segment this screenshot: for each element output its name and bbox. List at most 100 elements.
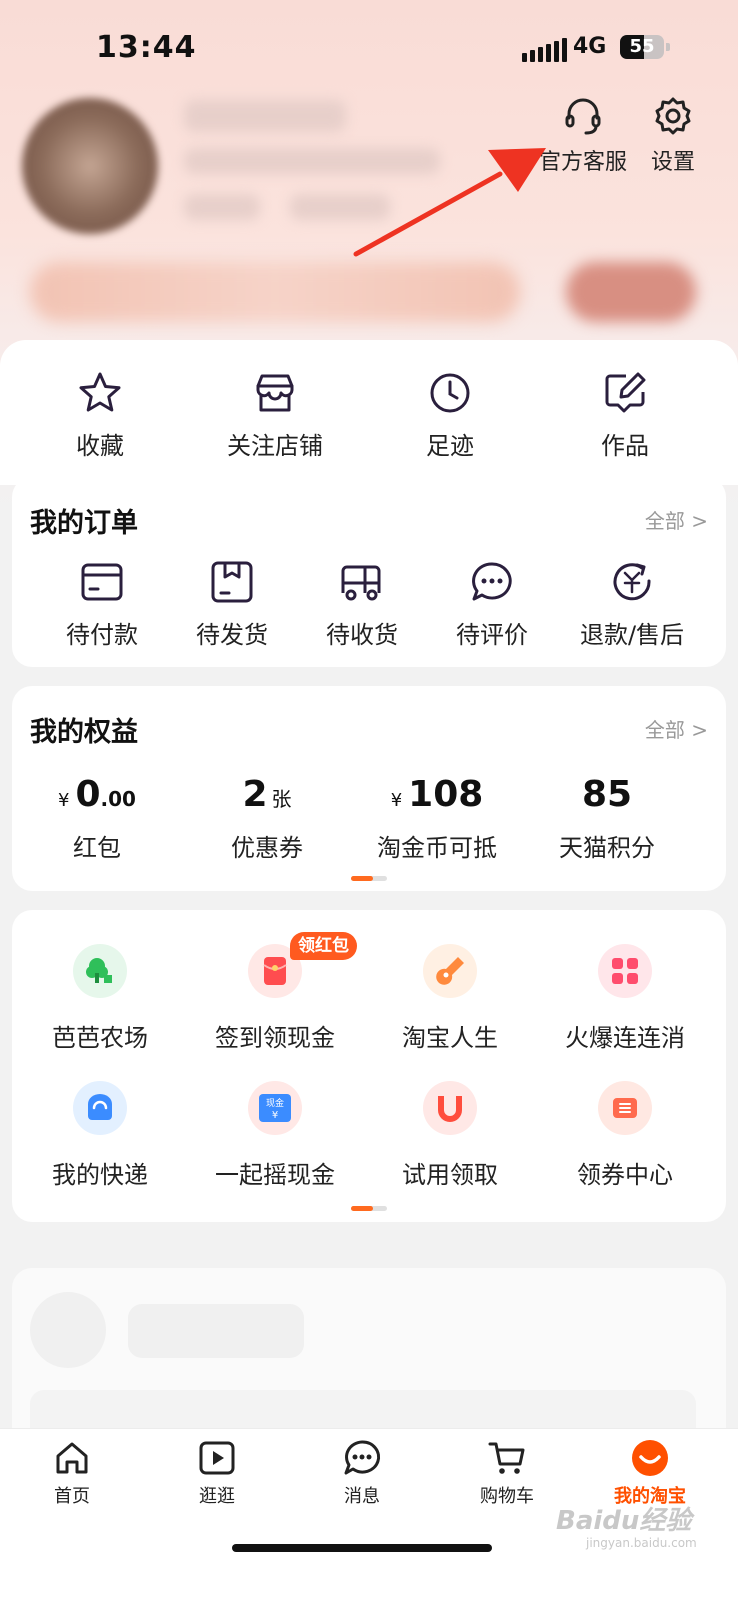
quick-link-works[interactable]: 作品 [555,370,695,461]
refund-icon [613,563,651,601]
package-icon [211,561,253,603]
taobao-face-icon [632,1440,668,1476]
quick-link-label: 关注店铺 [227,432,323,460]
quick-link-footprints[interactable]: 足迹 [380,370,520,461]
watermark-url: jingyan.baidu.com [586,1536,697,1550]
benefit-tmall-points[interactable]: 85 天猫积分 [522,774,692,863]
benefit-label: 淘金币可抵 [377,834,497,862]
truck-icon [341,565,381,601]
tree-icon [73,944,127,998]
settings-button[interactable]: 设置 [648,96,698,176]
app-label: 芭芭农场 [52,1024,148,1052]
battery-icon: 55 [620,35,664,59]
benefit-value: 108 [408,774,484,815]
benefit-label: 天猫积分 [559,834,655,862]
tab-browse[interactable]: 逛逛 [157,1438,277,1508]
cart-icon [488,1442,525,1474]
profile-stat-blurred [184,194,260,220]
quick-link-favorites[interactable]: 收藏 [30,370,170,461]
tab-my-taobao[interactable]: 我的淘宝 [590,1438,710,1508]
edit-icon [605,372,646,413]
status-bar: 13:44 4G 55 [0,0,738,100]
tab-messages[interactable]: 消息 [302,1438,422,1508]
username-blurred [184,100,346,132]
order-label: 待评价 [456,621,528,649]
tab-label: 逛逛 [199,1486,235,1507]
home-icon [56,1442,88,1474]
home-indicator[interactable] [232,1544,492,1552]
customer-service-button[interactable]: 官方客服 [538,96,628,176]
benefit-taojinbi[interactable]: ¥ 108 淘金币可抵 [352,774,522,863]
quick-link-label: 收藏 [76,432,124,460]
claim-red-packet-badge: 领红包 [290,932,357,960]
guitar-icon [423,944,477,998]
orders-all-link[interactable]: 全部 > [645,505,708,534]
app-label: 一起摇现金 [215,1161,335,1189]
app-trial[interactable]: 试用领取 [365,1081,535,1190]
app-label: 火爆连连消 [565,1024,685,1052]
app-label: 领券中心 [577,1161,673,1189]
order-refund-aftersale[interactable]: 退款/售后 [557,559,707,650]
benefits-title: 我的权益 [30,717,138,748]
app-checkin-cash[interactable]: 签到领现金 [190,944,360,1053]
tab-cart[interactable]: 购物车 [447,1438,567,1508]
network-label: 4G [573,34,607,59]
app-shake-cash[interactable]: 现金 ¥ 一起摇现金 [190,1081,360,1190]
chat-icon [472,562,512,601]
magnet-icon [423,1081,477,1135]
app-my-express[interactable]: 我的快递 [15,1081,185,1190]
benefit-label: 红包 [73,834,121,862]
feed-title-faded [128,1304,304,1358]
order-label: 待收货 [326,621,398,649]
order-pending-receipt[interactable]: 待收货 [292,559,432,650]
order-pending-payment[interactable]: 待付款 [32,559,172,650]
quick-link-label: 作品 [601,432,649,460]
benefits-all-link[interactable]: 全部 > [645,714,708,743]
app-label: 签到领现金 [215,1024,335,1052]
status-time: 13:44 [96,30,197,65]
benefit-value: 2 [242,774,268,815]
page-indicator [351,1206,387,1211]
coupon-icon [598,1081,652,1135]
benefit-red-packet[interactable]: ¥ 0 .00 红包 [12,774,182,863]
currency-symbol: ¥ [390,790,403,811]
wallet-icon [81,563,123,601]
gear-icon [655,97,691,135]
tab-label: 购物车 [480,1486,534,1507]
store-icon [256,374,294,412]
cash-label: 现金 [266,1097,284,1109]
tab-home[interactable]: 首页 [12,1438,132,1508]
benefit-coupons[interactable]: 2 张 优惠券 [182,774,352,863]
order-label: 待发货 [196,621,268,649]
benefit-unit: 张 [271,787,292,811]
hearts-icon [598,944,652,998]
order-pending-review[interactable]: 待评价 [422,559,562,650]
page-indicator [351,876,387,881]
currency-symbol: ¥ [58,790,70,811]
app-coupon-center[interactable]: 领券中心 [540,1081,710,1190]
app-baba-farm[interactable]: 芭芭农场 [15,944,185,1053]
customer-service-label: 官方客服 [538,150,627,175]
order-pending-shipment[interactable]: 待发货 [162,559,302,650]
app-label: 试用领取 [402,1161,498,1189]
app-match-game[interactable]: 火爆连连消 [540,944,710,1053]
benefit-value: 0 [75,774,101,815]
cash-yen: ¥ [272,1110,278,1121]
headset-icon [565,98,601,135]
avatar[interactable] [22,98,158,234]
courier-icon [73,1081,127,1135]
app-taobao-life[interactable]: 淘宝人生 [365,944,535,1053]
app-label: 我的快递 [52,1161,148,1189]
tab-label: 首页 [54,1486,90,1507]
membership-button-blurred[interactable] [566,262,696,322]
orders-title: 我的订单 [30,508,138,539]
membership-strip-blurred[interactable] [30,262,520,322]
tab-label: 消息 [344,1486,380,1507]
message-icon [344,1440,381,1475]
quick-link-followed-stores[interactable]: 关注店铺 [205,370,345,461]
signal-icon [522,38,567,62]
quick-link-label: 足迹 [426,432,474,460]
cash-icon: 现金 ¥ [248,1081,302,1135]
star-icon [79,372,121,412]
benefit-value: 85 [581,774,633,815]
